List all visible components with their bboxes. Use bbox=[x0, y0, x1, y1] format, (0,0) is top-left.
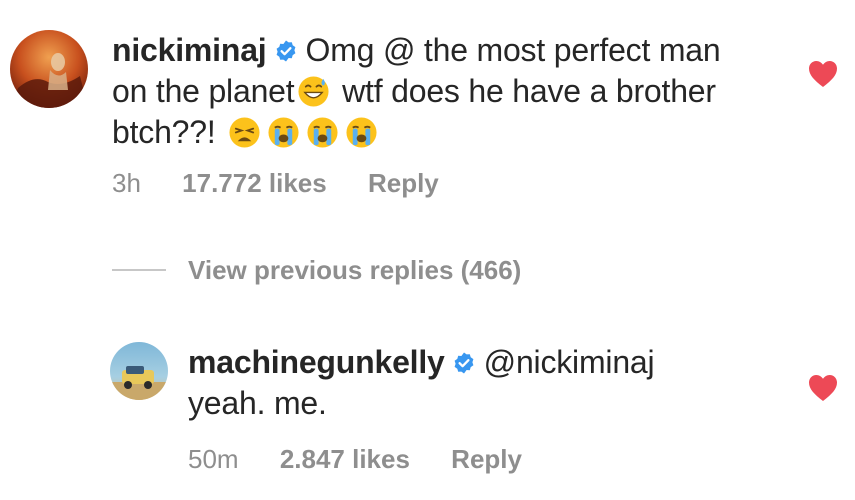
comment-text: nickiminaj Omg @ the most perfect man on… bbox=[112, 30, 752, 153]
reply-text-body: yeah. me. bbox=[188, 385, 327, 421]
comment-meta: 3h 17.772 likes Reply bbox=[112, 168, 439, 199]
comment-username[interactable]: nickiminaj bbox=[112, 32, 267, 68]
loudly-crying-face-emoji bbox=[268, 117, 299, 148]
avatar-image bbox=[10, 30, 88, 108]
reply-likes-count[interactable]: 2.847 likes bbox=[280, 444, 410, 475]
loudly-crying-face-emoji bbox=[307, 117, 338, 148]
heart-filled-icon[interactable] bbox=[808, 60, 838, 88]
grinning-sweat-emoji bbox=[298, 76, 329, 107]
comment-likes-count[interactable]: 17.772 likes bbox=[182, 168, 327, 199]
view-previous-replies-button[interactable]: View previous replies (466) bbox=[112, 252, 521, 288]
weary-face-emoji bbox=[229, 117, 260, 148]
comment-reply-button[interactable]: Reply bbox=[368, 168, 439, 199]
reply-text: machinegunkelly @nickiminaj yeah. me. bbox=[188, 342, 748, 424]
avatar[interactable] bbox=[110, 342, 168, 400]
reply-username[interactable]: machinegunkelly bbox=[188, 344, 445, 380]
verified-badge-icon bbox=[454, 352, 474, 374]
heart-filled-icon[interactable] bbox=[808, 374, 838, 402]
avatar[interactable] bbox=[10, 30, 88, 108]
reply-reply-button[interactable]: Reply bbox=[451, 444, 522, 475]
reply-mention-link[interactable]: @nickiminaj bbox=[484, 344, 655, 380]
comment-timestamp: 3h bbox=[112, 168, 141, 198]
reply-meta: 50m 2.847 likes Reply bbox=[188, 444, 522, 475]
view-previous-replies-label: View previous replies (466) bbox=[188, 254, 522, 285]
loudly-crying-face-emoji bbox=[346, 117, 377, 148]
avatar-image bbox=[110, 342, 168, 400]
divider-line bbox=[112, 269, 166, 271]
reply-timestamp: 50m bbox=[188, 444, 239, 474]
verified-badge-icon bbox=[276, 40, 295, 62]
